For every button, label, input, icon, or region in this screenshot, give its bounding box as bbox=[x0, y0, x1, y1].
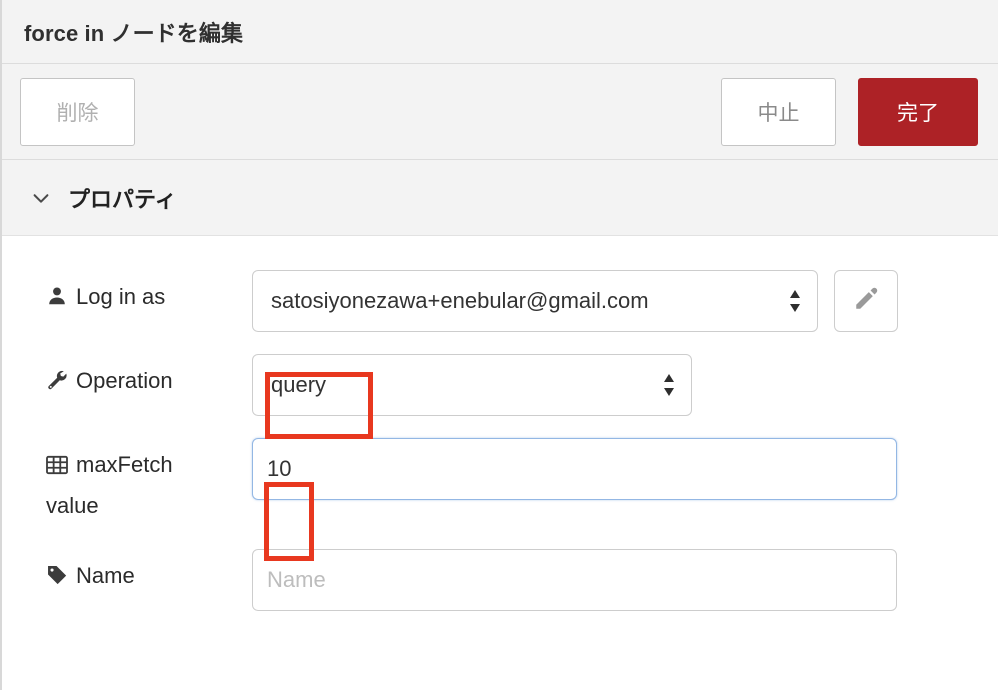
cancel-button[interactable]: 中止 bbox=[721, 77, 836, 146]
pencil-icon bbox=[853, 286, 879, 317]
maxfetch-label-line1: maxFetch bbox=[76, 452, 173, 477]
tag-icon bbox=[46, 558, 68, 600]
done-button[interactable]: 完了 bbox=[858, 77, 978, 146]
operation-selected-value: query bbox=[271, 372, 327, 397]
properties-section-header[interactable]: プロパティ bbox=[2, 160, 998, 236]
dialog-header: force in ノードを編集 bbox=[2, 0, 998, 64]
user-icon bbox=[46, 279, 68, 321]
properties-form: Log in as satosiyonezawa+enebular@gmail.… bbox=[2, 236, 998, 611]
dialog-toolbar: 削除 中止 完了 bbox=[2, 64, 998, 160]
login-select[interactable]: satosiyonezawa+enebular@gmail.com bbox=[252, 270, 818, 332]
login-label: Log in as bbox=[46, 270, 252, 321]
properties-section-label: プロパティ bbox=[68, 186, 177, 212]
form-row-login: Log in as satosiyonezawa+enebular@gmail.… bbox=[2, 270, 998, 332]
login-label-text: Log in as bbox=[76, 284, 166, 309]
operation-label: Operation bbox=[46, 354, 252, 405]
operation-label-text: Operation bbox=[76, 368, 173, 393]
select-arrows-icon bbox=[788, 287, 802, 315]
edit-credentials-button[interactable] bbox=[834, 270, 898, 332]
login-selected-value: satosiyonezawa+enebular@gmail.com bbox=[271, 288, 649, 313]
node-edit-dialog: force in ノードを編集 削除 中止 完了 プロパティ Log in as bbox=[0, 0, 998, 690]
name-input[interactable] bbox=[252, 549, 897, 611]
name-label-text: Name bbox=[76, 563, 135, 588]
chevron-down-icon bbox=[33, 193, 49, 203]
login-select-wrap: satosiyonezawa+enebular@gmail.com bbox=[252, 270, 818, 332]
maxfetch-input[interactable] bbox=[252, 438, 897, 500]
name-label: Name bbox=[46, 549, 252, 600]
maxfetch-label-line2: value bbox=[46, 493, 99, 518]
form-row-maxfetch: maxFetch value bbox=[2, 438, 998, 525]
operation-select[interactable]: query bbox=[252, 354, 692, 416]
maxfetch-label: maxFetch value bbox=[46, 438, 252, 525]
page-title: force in ノードを編集 bbox=[24, 20, 244, 46]
table-icon bbox=[46, 449, 68, 487]
delete-button[interactable]: 削除 bbox=[20, 77, 135, 146]
form-row-name: Name bbox=[2, 549, 998, 611]
select-arrows-icon bbox=[662, 371, 676, 399]
operation-select-wrap: query bbox=[252, 354, 692, 416]
wrench-icon bbox=[46, 363, 68, 405]
form-row-operation: Operation query bbox=[2, 354, 998, 416]
